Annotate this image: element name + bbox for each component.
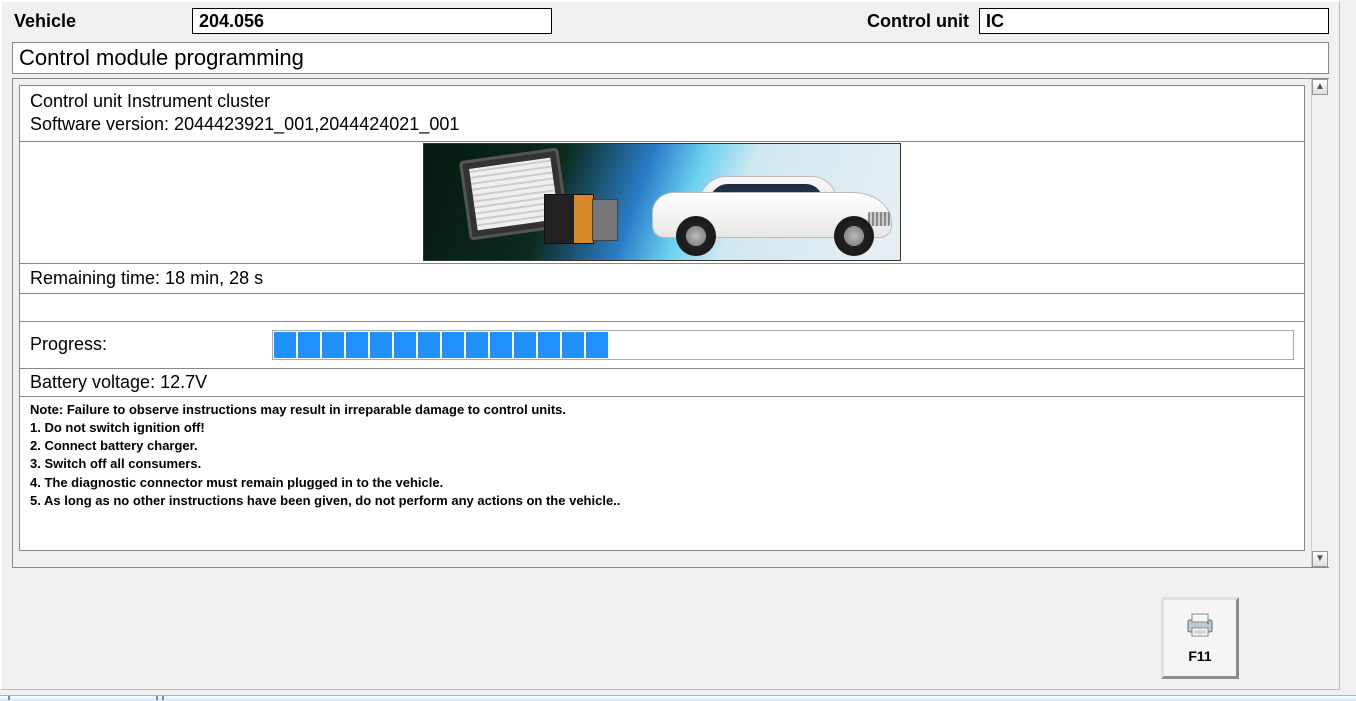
progress-segment xyxy=(586,332,608,358)
instructions-note: Note: Failure to observe instructions ma… xyxy=(19,397,1305,551)
progress-segment xyxy=(394,332,416,358)
progress-segment xyxy=(466,332,488,358)
vehicle-input[interactable] xyxy=(192,8,552,34)
spacer-row xyxy=(19,294,1305,322)
scroll-up-icon[interactable]: ▲ xyxy=(1312,79,1328,95)
progress-segment xyxy=(274,332,296,358)
car-icon xyxy=(652,170,892,256)
progress-segment xyxy=(442,332,464,358)
scroll-down-icon[interactable]: ▼ xyxy=(1312,551,1328,567)
note-line: 3. Switch off all consumers. xyxy=(30,455,1294,473)
progress-segment xyxy=(346,332,368,358)
progress-segment xyxy=(490,332,512,358)
progress-row: Progress: xyxy=(19,322,1305,369)
note-line: 1. Do not switch ignition off! xyxy=(30,419,1294,437)
main-panel: Vehicle Control unit Control module prog… xyxy=(0,0,1340,690)
vehicle-label: Vehicle xyxy=(12,11,192,32)
control-unit-label: Control unit xyxy=(867,11,979,32)
progress-bar xyxy=(272,330,1294,360)
f11-print-button[interactable]: F11 xyxy=(1161,597,1239,679)
remaining-time: Remaining time: 18 min, 28 s xyxy=(19,264,1305,294)
printer-icon xyxy=(1184,612,1216,638)
note-line: 2. Connect battery charger. xyxy=(30,437,1294,455)
f11-label: F11 xyxy=(1188,648,1211,664)
unit-line-1: Control unit Instrument cluster xyxy=(30,90,1294,113)
footer-buttons: F11 xyxy=(1161,597,1239,679)
header-row: Vehicle Control unit xyxy=(12,6,1329,42)
progress-label: Progress: xyxy=(30,334,272,355)
progress-segment xyxy=(418,332,440,358)
progress-segment xyxy=(298,332,320,358)
page-title: Control module programming xyxy=(12,42,1329,74)
progress-segment xyxy=(370,332,392,358)
device-icon xyxy=(592,199,618,241)
progress-segment xyxy=(322,332,344,358)
taskbar-edge xyxy=(0,695,1356,701)
diagnostic-image-panel xyxy=(19,142,1305,264)
note-line: 5. As long as no other instructions have… xyxy=(30,492,1294,510)
multiplexer-icon xyxy=(544,194,594,244)
control-unit-info: Control unit Instrument cluster Software… xyxy=(19,85,1305,142)
note-line: 4. The diagnostic connector must remain … xyxy=(30,474,1294,492)
note-header: Note: Failure to observe instructions ma… xyxy=(30,401,1294,419)
content-area: Control unit Instrument cluster Software… xyxy=(12,78,1329,568)
unit-line-2: Software version: 2044423921_001,2044424… xyxy=(30,113,1294,136)
battery-voltage: Battery voltage: 12.7V xyxy=(19,369,1305,397)
progress-segment xyxy=(538,332,560,358)
progress-segment xyxy=(562,332,584,358)
diagnostic-image xyxy=(423,143,901,261)
scrollbar[interactable]: ▲ ▼ xyxy=(1311,79,1329,567)
control-unit-input[interactable] xyxy=(979,8,1329,34)
progress-segment xyxy=(514,332,536,358)
